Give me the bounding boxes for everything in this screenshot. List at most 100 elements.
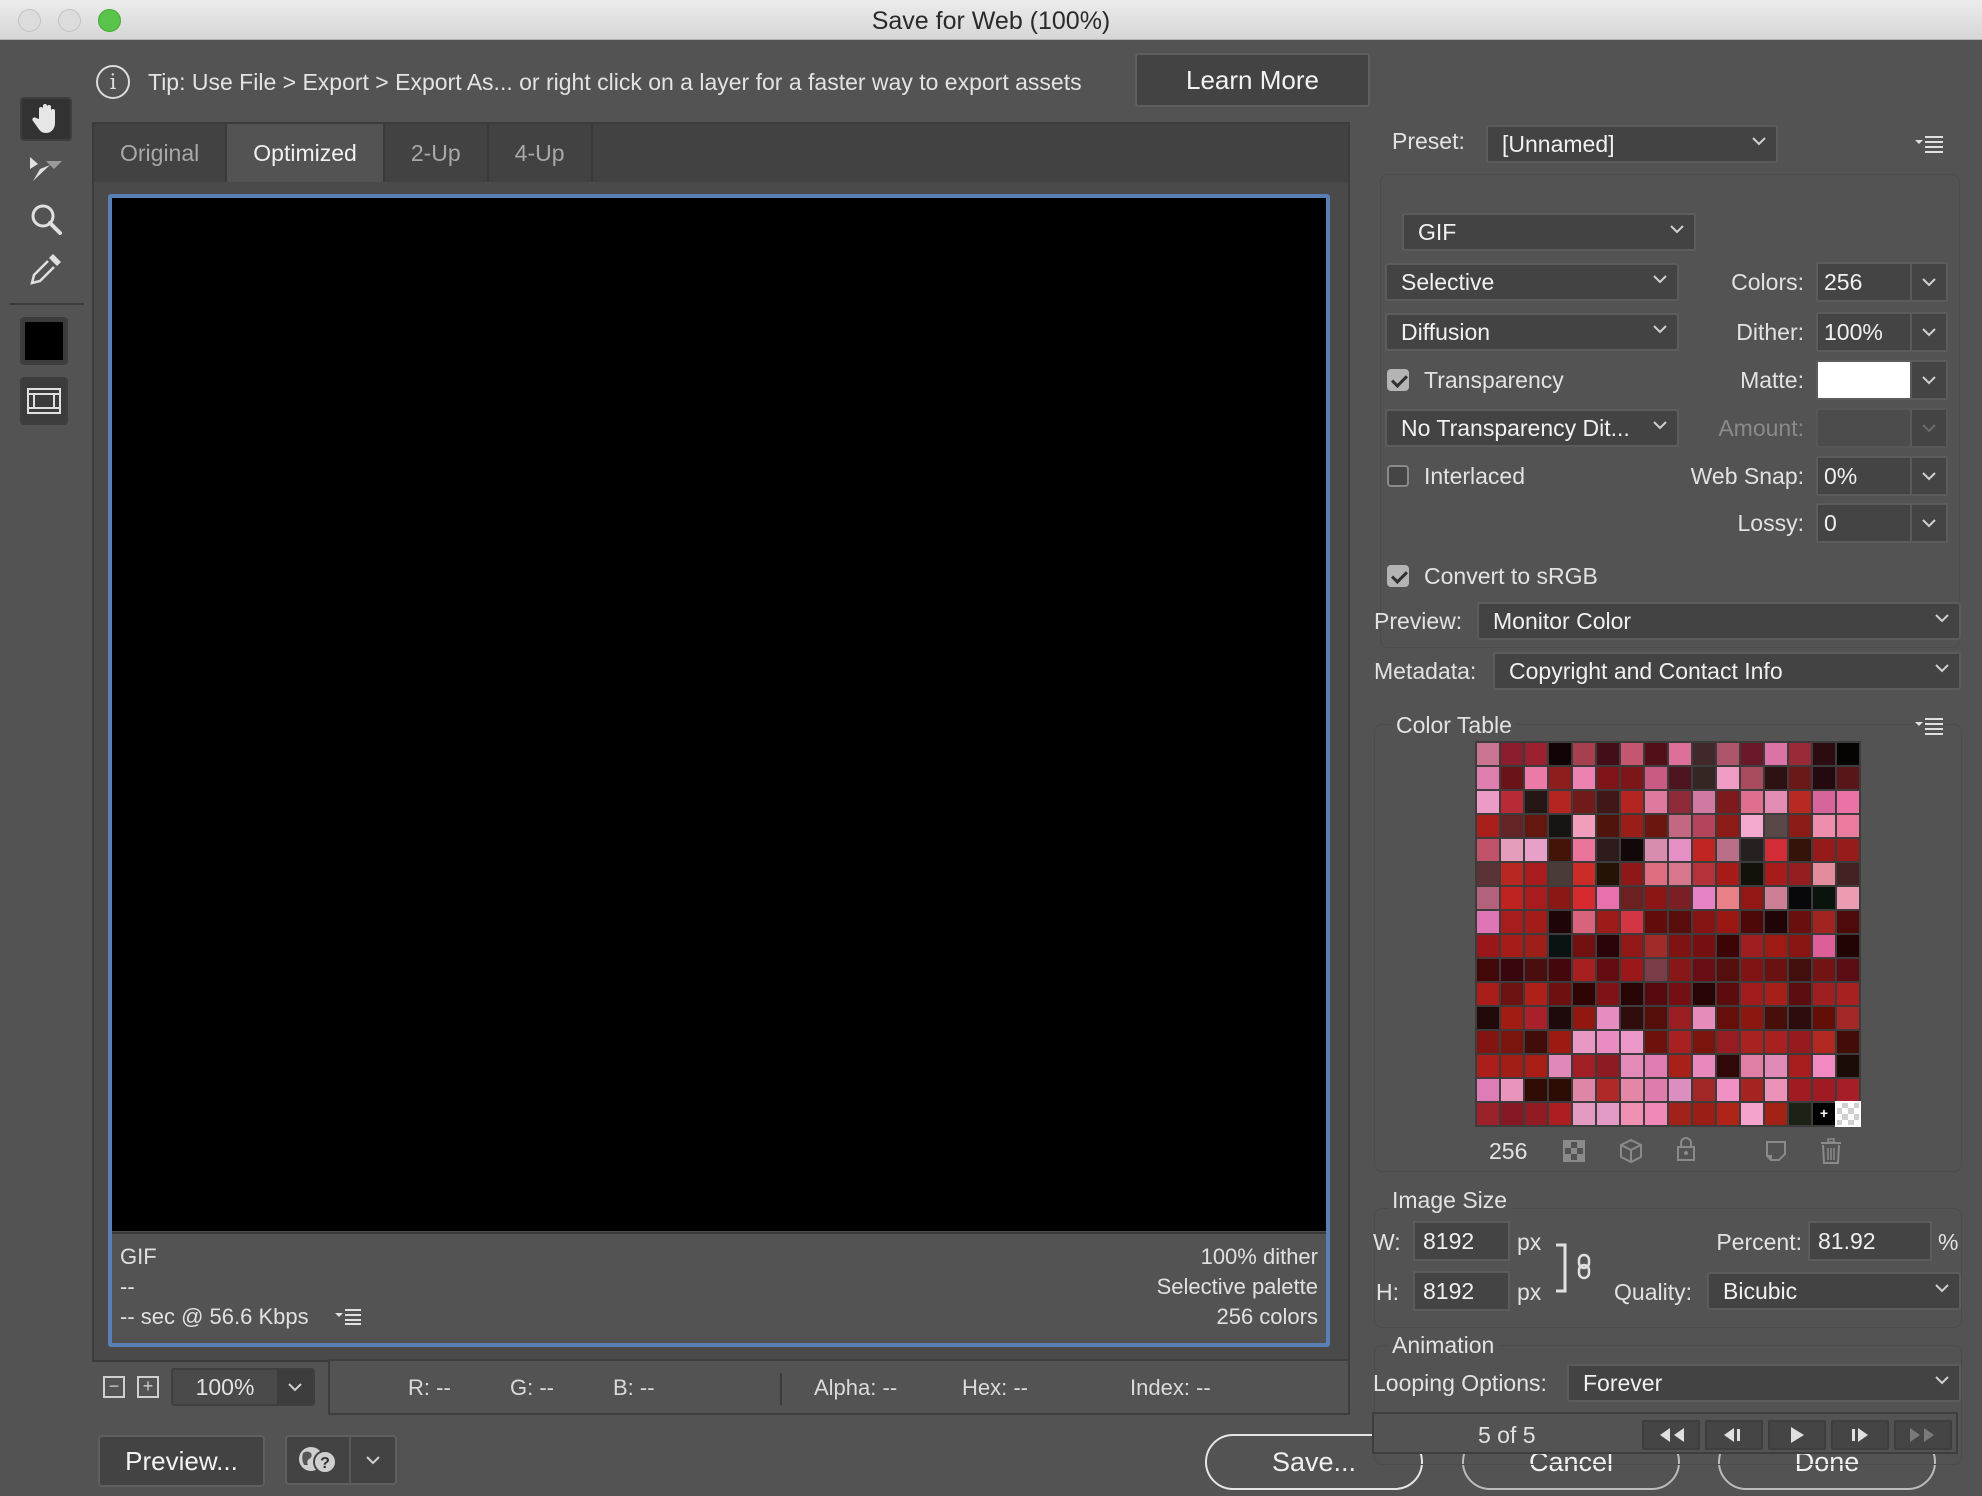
color-table-swatch-transparent[interactable] <box>1835 1101 1861 1127</box>
color-table-swatch[interactable] <box>1597 815 1619 837</box>
hand-tool-button[interactable] <box>20 97 72 141</box>
color-table-swatch[interactable] <box>1621 1007 1643 1029</box>
color-table-swatch[interactable] <box>1789 1103 1811 1125</box>
color-table-swatch[interactable] <box>1645 983 1667 1005</box>
color-table-swatch[interactable] <box>1645 1103 1667 1125</box>
color-table-swatch[interactable] <box>1669 887 1691 909</box>
width-input[interactable]: 8192 <box>1413 1221 1510 1261</box>
color-table-swatch[interactable] <box>1573 743 1595 765</box>
color-table-swatch[interactable] <box>1645 839 1667 861</box>
optimized-preview-frame[interactable]: GIF -- -- sec @ 56.6 Kbps 100% dither Se… <box>108 194 1330 1347</box>
color-table-swatch[interactable] <box>1645 1079 1667 1101</box>
color-table-swatch[interactable] <box>1549 959 1571 981</box>
color-table-swatch[interactable] <box>1501 839 1523 861</box>
color-table-swatch[interactable] <box>1765 1055 1787 1077</box>
color-table-swatch[interactable] <box>1717 1007 1739 1029</box>
color-table-swatch[interactable] <box>1549 767 1571 789</box>
color-table-swatch[interactable] <box>1669 791 1691 813</box>
lock-color-icon[interactable] <box>1676 1136 1696 1162</box>
next-frame-button[interactable] <box>1831 1420 1889 1450</box>
color-table-swatch[interactable] <box>1693 1055 1715 1077</box>
color-table-swatch[interactable] <box>1717 911 1739 933</box>
color-table-swatch[interactable] <box>1693 839 1715 861</box>
tab-2-up[interactable]: 2-Up <box>384 124 489 182</box>
color-table-swatch[interactable] <box>1549 1055 1571 1077</box>
color-table-swatch[interactable] <box>1717 743 1739 765</box>
color-table-swatch[interactable] <box>1765 743 1787 765</box>
metadata-select[interactable]: Copyright and Contact Info <box>1493 652 1961 690</box>
color-table-swatch[interactable] <box>1573 911 1595 933</box>
color-table-swatch[interactable] <box>1525 1031 1547 1053</box>
color-table-swatch[interactable] <box>1669 1055 1691 1077</box>
color-table-swatch[interactable] <box>1789 863 1811 885</box>
color-table-swatch[interactable] <box>1549 1007 1571 1029</box>
color-table-swatch[interactable] <box>1549 887 1571 909</box>
color-table-swatch[interactable] <box>1477 863 1499 885</box>
color-table-swatch[interactable] <box>1837 911 1859 933</box>
color-table-swatch[interactable] <box>1525 911 1547 933</box>
color-table-swatch[interactable] <box>1693 815 1715 837</box>
color-table-swatch[interactable] <box>1525 983 1547 1005</box>
image-preview-canvas[interactable] <box>112 198 1326 1231</box>
download-speed-menu-icon[interactable] <box>334 1303 363 1333</box>
color-table-swatch[interactable] <box>1597 887 1619 909</box>
color-table-swatch[interactable] <box>1837 839 1859 861</box>
color-table-swatch[interactable] <box>1549 815 1571 837</box>
color-table-swatch[interactable] <box>1813 1055 1835 1077</box>
color-table-swatch[interactable] <box>1741 911 1763 933</box>
color-table-swatch[interactable] <box>1669 839 1691 861</box>
color-table-swatch[interactable] <box>1501 1079 1523 1101</box>
color-table-swatch[interactable] <box>1501 1007 1523 1029</box>
color-table-swatch[interactable] <box>1597 911 1619 933</box>
color-table-swatch[interactable] <box>1477 887 1499 909</box>
color-table-swatch[interactable] <box>1525 887 1547 909</box>
color-table-swatch[interactable] <box>1573 887 1595 909</box>
color-table-swatch[interactable] <box>1525 815 1547 837</box>
color-table-swatch[interactable] <box>1501 1103 1523 1125</box>
color-table-swatch[interactable] <box>1597 1031 1619 1053</box>
color-table-swatch[interactable] <box>1741 1103 1763 1125</box>
color-table-swatch[interactable] <box>1573 959 1595 981</box>
color-table-swatch[interactable] <box>1813 815 1835 837</box>
color-table-grid[interactable]: + <box>1475 741 1861 1127</box>
color-table-swatch[interactable] <box>1573 1055 1595 1077</box>
color-table-swatch[interactable] <box>1693 743 1715 765</box>
color-table-swatch[interactable] <box>1693 863 1715 885</box>
color-table-swatch[interactable] <box>1717 1103 1739 1125</box>
color-table-swatch[interactable] <box>1669 1007 1691 1029</box>
color-table-swatch[interactable] <box>1477 1103 1499 1125</box>
color-table-swatch[interactable] <box>1669 911 1691 933</box>
color-table-swatch[interactable] <box>1741 935 1763 957</box>
color-table-swatch[interactable] <box>1669 1079 1691 1101</box>
color-table-swatch[interactable] <box>1549 863 1571 885</box>
color-table-swatch[interactable] <box>1645 1031 1667 1053</box>
trash-icon[interactable] <box>1820 1138 1842 1164</box>
color-table-swatch[interactable] <box>1501 743 1523 765</box>
preview-color-select[interactable]: Monitor Color <box>1477 602 1961 640</box>
transparency-dither-select[interactable]: No Transparency Dit... <box>1385 409 1679 447</box>
color-table-swatch[interactable] <box>1549 935 1571 957</box>
color-table-swatch[interactable] <box>1741 1055 1763 1077</box>
color-table-swatch[interactable] <box>1597 1055 1619 1077</box>
color-table-swatch[interactable] <box>1501 1055 1523 1077</box>
transparency-checkbox[interactable] <box>1387 369 1409 391</box>
color-table-swatch[interactable] <box>1621 959 1643 981</box>
color-table-swatch[interactable] <box>1477 911 1499 933</box>
color-table-swatch[interactable] <box>1501 1031 1523 1053</box>
color-table-swatch[interactable] <box>1573 1031 1595 1053</box>
color-table-swatch[interactable] <box>1573 863 1595 885</box>
eyedropper-color-swatch[interactable] <box>20 317 68 365</box>
color-table-swatch[interactable] <box>1573 839 1595 861</box>
color-table-swatch[interactable] <box>1741 983 1763 1005</box>
color-table-swatch[interactable] <box>1549 911 1571 933</box>
color-table-swatch[interactable] <box>1765 1103 1787 1125</box>
color-table-swatch[interactable] <box>1621 743 1643 765</box>
color-table-swatch[interactable] <box>1645 911 1667 933</box>
color-table-swatch[interactable] <box>1765 863 1787 885</box>
color-table-swatch[interactable] <box>1669 767 1691 789</box>
color-table-swatch[interactable] <box>1549 1103 1571 1125</box>
color-table-swatch[interactable] <box>1645 959 1667 981</box>
color-table-swatch[interactable] <box>1549 839 1571 861</box>
color-table-swatch[interactable] <box>1501 815 1523 837</box>
color-table-swatch[interactable] <box>1645 767 1667 789</box>
